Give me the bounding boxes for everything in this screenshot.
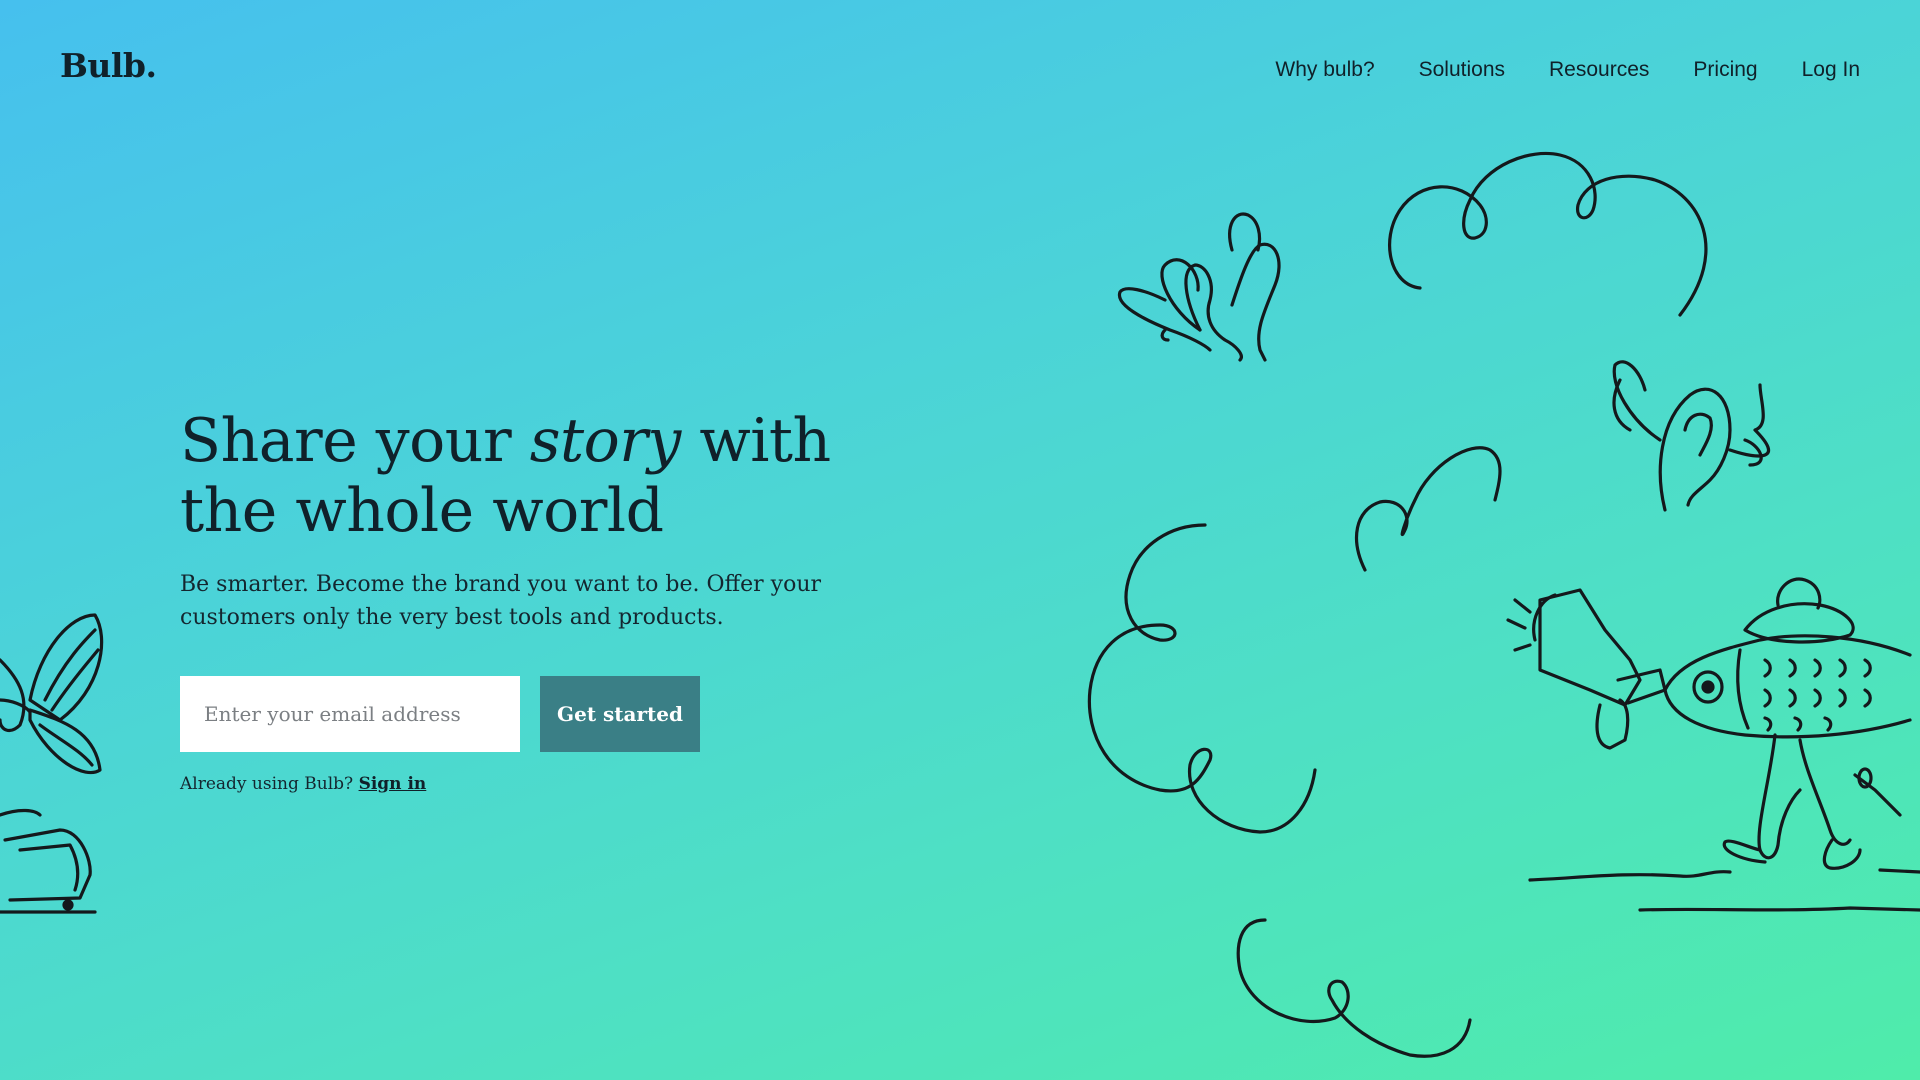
nav-item-solutions[interactable]: Solutions — [1419, 58, 1505, 82]
falling-suitcase-icon — [0, 808, 97, 914]
swirl-doodle-icon — [1087, 446, 1502, 1058]
top-nav: Why bulb? Solutions Resources Pricing Lo… — [1231, 58, 1860, 82]
signin-prompt: Already using Bulb? Sign in — [180, 774, 860, 794]
headline-emphasis: story — [529, 406, 682, 476]
cloud-doodle-icon — [1388, 151, 1708, 317]
get-started-button[interactable]: Get started — [540, 676, 700, 752]
butterfly-icon — [0, 613, 104, 775]
nav-item-resources[interactable]: Resources — [1549, 58, 1649, 82]
signin-prompt-text: Already using Bulb? — [180, 774, 359, 794]
nav-item-pricing[interactable]: Pricing — [1693, 58, 1757, 82]
fish-with-megaphone-icon — [1506, 577, 1920, 912]
nav-item-login[interactable]: Log In — [1802, 58, 1860, 82]
nav-item-why-bulb[interactable]: Why bulb? — [1275, 58, 1374, 82]
hero-subtitle: Be smarter. Become the brand you want to… — [180, 572, 822, 630]
brand-logo[interactable]: Bulb. — [60, 46, 157, 85]
signup-form: Get started — [180, 676, 860, 752]
email-input[interactable] — [180, 676, 520, 752]
winged-ear-icon-2 — [1612, 360, 1771, 512]
hero-headline: Share your story with the whole world — [180, 406, 860, 546]
winged-ear-icon — [1117, 212, 1281, 362]
headline-part1: Share your — [180, 406, 530, 476]
hero-section: Share your story with the whole world Be… — [180, 406, 860, 794]
signin-link[interactable]: Sign in — [359, 774, 427, 794]
